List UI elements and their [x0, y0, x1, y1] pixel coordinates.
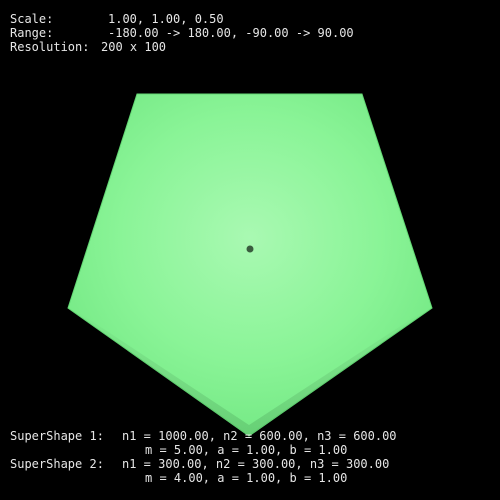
- supershape-1-mab-values: m = 5.00, a = 1.00, b = 1.00: [145, 443, 348, 457]
- supershape-2-params-line2: m = 4.00, a = 1.00, b = 1.00: [10, 471, 347, 485]
- supershape-1-n-values: n1 = 1000.00, n2 = 600.00, n3 = 600.00: [122, 429, 397, 443]
- supershape-2-label: SuperShape 2:: [10, 457, 104, 471]
- hud-scale-value: 1.00, 1.00, 0.50: [108, 12, 224, 26]
- supershape-canvas: [67, 93, 433, 437]
- hud-scale-label: Scale:: [10, 12, 54, 26]
- supershape-2-n-values: n1 = 300.00, n2 = 300.00, n3 = 300.00: [122, 457, 390, 471]
- hud-range-value: -180.00 -> 180.00, -90.00 -> 90.00: [108, 26, 354, 40]
- supershape-1-params-line1: SuperShape 1: n1 = 1000.00, n2 = 600.00, …: [10, 429, 397, 443]
- supershape-1-params-line2: m = 5.00, a = 1.00, b = 1.00: [10, 443, 347, 457]
- hud-scale-line: Scale: 1.00, 1.00, 0.50: [10, 12, 224, 26]
- hud-resolution-label: Resolution:: [10, 40, 90, 54]
- center-marker: [246, 245, 254, 253]
- supershape-2-mab-values: m = 4.00, a = 1.00, b = 1.00: [145, 471, 348, 485]
- hud-range-line: Range: -180.00 -> 180.00, -90.00 -> 90.00: [10, 26, 354, 40]
- supershape-2-params-line1: SuperShape 2: n1 = 300.00, n2 = 300.00, n…: [10, 457, 389, 471]
- hud-resolution-line: Resolution: 200 x 100: [10, 40, 166, 54]
- supershape-1-label: SuperShape 1:: [10, 429, 104, 443]
- render-viewport[interactable]: Scale: 1.00, 1.00, 0.50 Range: -180.00 -> …: [0, 0, 500, 500]
- hud-range-label: Range:: [10, 26, 54, 40]
- hud-resolution-value: 200 x 100: [101, 40, 167, 54]
- supershape-pentagon: [67, 93, 433, 437]
